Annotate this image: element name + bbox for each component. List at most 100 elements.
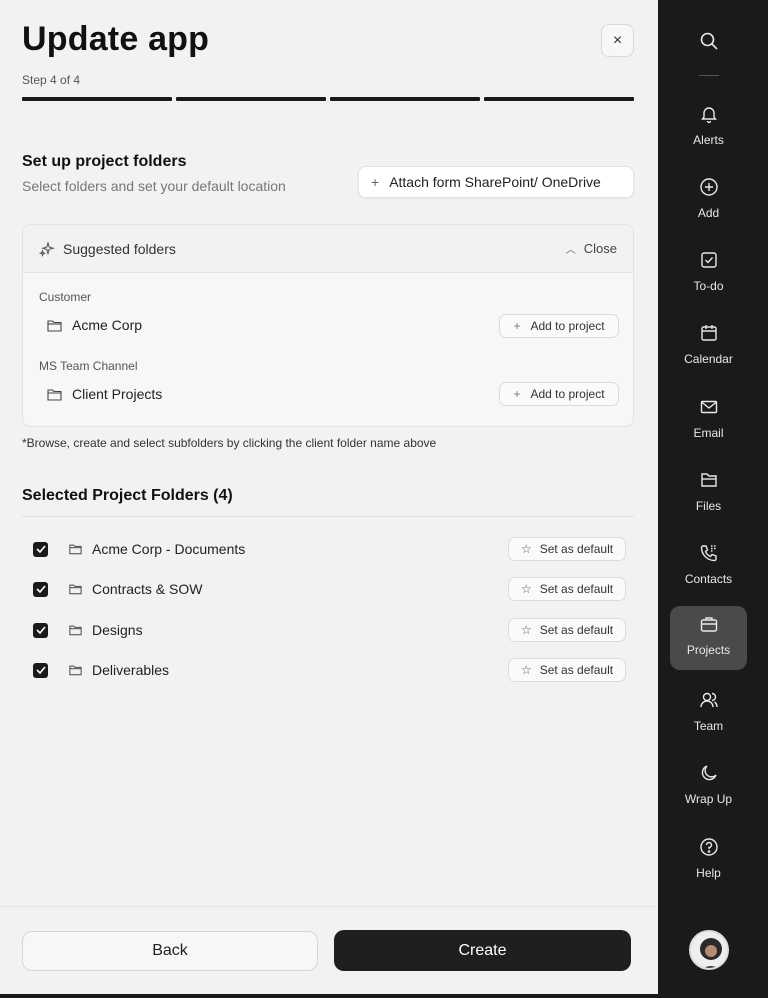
sidebar-item-label: Add: [697, 206, 720, 220]
sidebar-item-label: Wrap Up: [684, 792, 733, 806]
sidebar-item-label: Alerts: [693, 133, 724, 147]
suggested-folder-acme[interactable]: Acme Corp: [47, 317, 142, 333]
set-default-label: Set as default: [539, 542, 614, 556]
users-icon: [699, 692, 718, 708]
folder-icon: [69, 584, 82, 595]
folder-icon: [47, 388, 62, 401]
sidebar-divider: [699, 75, 719, 76]
check-icon: [35, 545, 46, 553]
sidebar-item-email[interactable]: Email: [670, 389, 747, 453]
suggested-folders-panel: Suggested folders ︿ Close Customer Acme …: [22, 224, 634, 427]
sidebar-item-help[interactable]: Help: [670, 829, 747, 893]
suggested-folder-client-projects[interactable]: Client Projects: [47, 386, 162, 402]
sidebar-item-wrap-up[interactable]: Wrap Up: [670, 755, 747, 819]
folder-name: Contracts & SOW: [92, 581, 203, 597]
avatar[interactable]: [689, 930, 729, 970]
selected-folder-row: Designs ☆ Set as default: [22, 615, 634, 645]
back-button[interactable]: Back: [22, 931, 318, 971]
add-to-project-button[interactable]: + Add to project: [499, 382, 619, 406]
sidebar-item-alerts[interactable]: Alerts: [670, 96, 747, 160]
close-icon: ×: [612, 31, 623, 49]
star-icon: ☆: [520, 542, 532, 556]
close-button[interactable]: ×: [601, 24, 634, 57]
progress-segment-4: [484, 97, 634, 101]
sidebar-item-projects[interactable]: Projects: [670, 606, 747, 670]
plus-circle-icon: [699, 178, 718, 196]
folder-icon: [69, 625, 82, 636]
step-indicator: Step 4 of 4: [22, 73, 81, 87]
folder-name: Designs: [92, 622, 143, 638]
collapse-toggle[interactable]: ︿ Close: [566, 241, 617, 256]
sidebar-item-files[interactable]: Files: [670, 462, 747, 526]
sidebar-item-label: Team: [693, 719, 724, 733]
sidebar-item-team[interactable]: Team: [670, 682, 747, 746]
sidebar-item-label: Files: [695, 499, 722, 513]
sparkle-icon: [39, 240, 55, 257]
check-icon: [35, 626, 46, 634]
suggested-folders-label: Suggested folders: [63, 240, 176, 257]
set-default-label: Set as default: [539, 623, 614, 637]
bell-icon: [700, 107, 717, 124]
sidebar-item-label: Contacts: [684, 572, 733, 586]
folder-icon: [69, 544, 82, 555]
progress-segment-3: [330, 97, 480, 101]
sidebar-item-contacts[interactable]: Contacts: [670, 535, 747, 599]
progress-segment-1: [22, 97, 172, 101]
folder-name: Acme Corp - Documents: [92, 541, 246, 557]
check-icon: [35, 585, 46, 593]
folder-icon: [69, 665, 82, 676]
folder-checkbox[interactable]: [33, 581, 48, 597]
check-icon: [35, 666, 46, 674]
set-default-button[interactable]: ☆ Set as default: [508, 618, 626, 642]
divider: [22, 516, 634, 517]
suggested-folders-header: Suggested folders ︿ Close: [23, 225, 633, 273]
set-default-button[interactable]: ☆ Set as default: [508, 658, 626, 682]
selected-folder-row: Acme Corp - Documents ☆ Set as default: [22, 534, 634, 564]
footnote: *Browse, create and select subfolders by…: [22, 436, 437, 450]
add-to-project-button[interactable]: + Add to project: [499, 314, 619, 338]
folder-checkbox[interactable]: [33, 541, 48, 557]
folder-checkbox[interactable]: [33, 662, 48, 678]
add-button-label: Add to project: [530, 319, 605, 333]
sidebar-item-calendar[interactable]: Calendar: [670, 315, 747, 379]
avatar-image: [691, 932, 727, 968]
set-default-button[interactable]: ☆ Set as default: [508, 577, 626, 601]
folder-name: Acme Corp: [72, 317, 143, 333]
selected-folders-title: Selected Project Folders (4): [22, 487, 233, 504]
sidebar-item-todo[interactable]: To-do: [670, 242, 747, 306]
plus-icon: +: [371, 174, 380, 190]
mail-icon: [700, 400, 717, 414]
help-icon: [699, 838, 718, 856]
sidebar-item-label: Calendar: [684, 352, 733, 366]
plus-icon: +: [513, 319, 521, 333]
group-label-customer: Customer: [39, 290, 92, 304]
folder-name: Deliverables: [92, 662, 170, 678]
collapse-label: Close: [583, 241, 617, 256]
moon-icon: [701, 765, 717, 781]
briefcase-icon: [700, 617, 717, 632]
section-subtitle: Select folders and set your default loca…: [22, 178, 286, 194]
star-icon: ☆: [520, 623, 532, 637]
attach-sharepoint-button[interactable]: + Attach form SharePoint/ OneDrive: [358, 166, 634, 198]
set-default-button[interactable]: ☆ Set as default: [508, 537, 626, 561]
folder-icon: [700, 473, 717, 487]
plus-icon: +: [513, 387, 521, 401]
star-icon: ☆: [520, 663, 532, 677]
set-default-label: Set as default: [539, 663, 614, 677]
section-title: Set up project folders: [22, 153, 187, 170]
sidebar-item-label: Projects: [686, 643, 731, 657]
phone-icon: [700, 545, 717, 562]
footer: Back Create: [0, 906, 658, 994]
selected-folder-row: Deliverables ☆ Set as default: [22, 655, 634, 685]
selected-folder-row: Contracts & SOW ☆ Set as default: [22, 574, 634, 604]
folder-checkbox[interactable]: [33, 622, 48, 638]
create-button[interactable]: Create: [334, 930, 631, 971]
sidebar-item-label: Help: [696, 866, 721, 880]
progress-segment-2: [176, 97, 326, 101]
sidebar: Alerts Add To-do Calendar Email Files Co…: [658, 0, 768, 998]
attach-button-label: Attach form SharePoint/ OneDrive: [389, 174, 601, 190]
search-icon[interactable]: [698, 30, 720, 52]
progress-bar: [22, 97, 634, 101]
sidebar-item-label: To-do: [693, 279, 724, 293]
sidebar-item-add[interactable]: Add: [670, 169, 747, 233]
